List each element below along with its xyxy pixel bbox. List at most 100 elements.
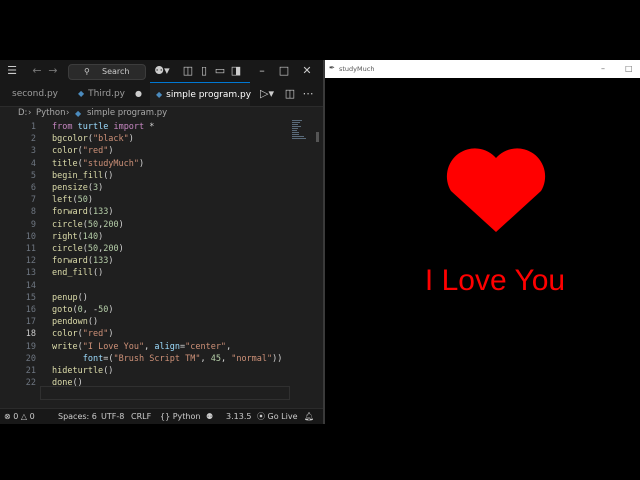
search-box[interactable]: ⚲ Search: [68, 64, 146, 80]
chevron-right-icon: ›: [28, 108, 32, 118]
line-number: 5: [30, 170, 36, 181]
line-number: 15: [25, 292, 36, 303]
line-number: 10: [25, 231, 36, 242]
python-version-status[interactable]: 3.13.5: [226, 409, 251, 424]
line-number: 16: [25, 305, 36, 315]
heart-shape: [446, 148, 546, 232]
line-number: 21: [25, 366, 36, 376]
code-line[interactable]: penup(): [52, 293, 88, 303]
minimize-icon[interactable]: –: [256, 60, 268, 82]
code-line[interactable]: done(): [52, 378, 83, 388]
error-icon: ⊗: [4, 412, 11, 421]
tab-label: simple program.py: [166, 90, 252, 100]
line-number: 20: [25, 353, 36, 364]
code-line[interactable]: color("red"): [52, 329, 113, 339]
line-number: 22: [25, 378, 36, 389]
code-line[interactable]: title("studyMuch"): [52, 159, 144, 169]
breadcrumb-folder[interactable]: Python: [36, 107, 65, 120]
code-line[interactable]: color("red"): [52, 146, 113, 156]
line-number: 19: [25, 341, 36, 352]
vscode-window: ☰ ← → ⚲ Search ⚉▾ ◫ ▯ ▭ ◨ – □ ✕ second.p…: [0, 60, 323, 424]
code-line[interactable]: right(140): [52, 232, 103, 242]
breadcrumb-file[interactable]: simple program.py: [87, 107, 167, 120]
line-number: 2: [30, 134, 36, 145]
python-file-icon: ◆: [75, 109, 82, 118]
copilot-status-icon[interactable]: ⚉: [206, 409, 213, 424]
broadcast-icon: ⦿: [257, 412, 265, 421]
split-editor-icon[interactable]: ◫: [284, 83, 296, 105]
minimap[interactable]: [292, 120, 312, 150]
code-line[interactable]: bgcolor("black"): [52, 134, 134, 144]
code-line[interactable]: end_fill(): [52, 268, 103, 278]
tab-second[interactable]: second.py: [0, 82, 66, 106]
search-label: Search: [102, 67, 130, 76]
maximize-icon[interactable]: □: [278, 60, 290, 82]
code-line[interactable]: left(50): [52, 195, 93, 205]
line-number: 13: [25, 268, 36, 279]
sidebar-toggle-icon[interactable]: ▯: [198, 60, 210, 82]
panel-toggle-icon[interactable]: ▭: [214, 60, 226, 82]
feather-icon: ✒: [329, 64, 335, 72]
code-line[interactable]: circle(50,200): [52, 244, 124, 254]
search-icon: ⚲: [84, 67, 90, 76]
line-number: 1: [30, 122, 36, 132]
menu-icon[interactable]: ☰: [4, 60, 20, 82]
code-editor[interactable]: 1 2 3 4 5 6 7 8 9 10 11 12 13 14 15 16 17 18 19 20 21 22 from…: [0, 120, 323, 410]
secondary-sidebar-icon[interactable]: ◨: [230, 60, 242, 82]
turtle-window: ✒ studyMuch – □ I Love You: [325, 60, 640, 424]
line-number: 12: [25, 256, 36, 267]
code-line[interactable]: pendown(): [52, 317, 98, 327]
python-file-icon: ◆: [78, 89, 85, 98]
braces-icon: {}: [160, 412, 171, 421]
turtle-canvas: I Love You: [325, 78, 640, 424]
tab-third[interactable]: ◆ Third.py ●: [74, 82, 148, 106]
turtle-window-title: studyMuch: [339, 65, 375, 73]
notifications-bell-icon[interactable]: 🔔︎: [304, 409, 314, 424]
more-actions-icon[interactable]: ⋯: [302, 83, 314, 105]
line-number: 7: [30, 195, 36, 206]
title-bar: ☰ ← → ⚲ Search ⚉▾ ◫ ▯ ▭ ◨ – □ ✕: [0, 60, 323, 82]
eol-status[interactable]: CRLF: [131, 409, 151, 424]
layout-toggle-icon[interactable]: ◫: [182, 60, 194, 82]
love-text: I Love You: [424, 264, 566, 297]
code-line[interactable]: from turtle import *: [52, 122, 154, 132]
code-line[interactable]: begin_fill(): [52, 171, 113, 181]
code-line[interactable]: circle(50,200): [52, 220, 124, 230]
unsaved-dot-icon[interactable]: ●: [135, 82, 142, 106]
close-icon[interactable]: ✕: [300, 60, 314, 82]
language-status[interactable]: {} Python: [160, 409, 200, 424]
go-live-button[interactable]: ⦿ Go Live: [257, 409, 298, 424]
breadcrumb-drive[interactable]: D:: [18, 107, 27, 120]
problems-indicator[interactable]: ⊗ 0 △ 0: [4, 409, 35, 424]
back-arrow-icon[interactable]: ←: [30, 60, 44, 82]
vertical-scrollbar[interactable]: [316, 132, 319, 142]
line-number: 14: [25, 280, 36, 291]
copilot-icon[interactable]: ⚉▾: [152, 60, 172, 82]
indentation-status[interactable]: Spaces: 6: [58, 409, 97, 424]
line-number: 11: [25, 244, 36, 254]
minimize-icon[interactable]: –: [601, 60, 605, 78]
code-line[interactable]: pensize(3): [52, 183, 103, 193]
code-line[interactable]: hideturtle(): [52, 366, 113, 376]
code-line[interactable]: forward(133): [52, 207, 113, 217]
tab-bar: second.py ◆ Third.py ● ◆ simple program.py…: [0, 82, 323, 107]
chevron-right-icon: ›: [66, 108, 70, 118]
tab-label: Third.py: [88, 89, 126, 99]
line-number: 9: [30, 219, 36, 230]
line-number: 8: [30, 207, 36, 218]
run-button[interactable]: ▷▾: [258, 83, 276, 105]
line-number: 17: [25, 317, 36, 328]
turtle-title-bar: ✒ studyMuch – □: [325, 60, 640, 78]
python-file-icon: ◆: [156, 90, 163, 99]
status-bar: ⊗ 0 △ 0 Spaces: 6 UTF-8 CRLF {} Python ⚉…: [0, 408, 323, 424]
line-number: 18: [25, 329, 36, 340]
code-line[interactable]: write("I Love You", align="center",: [52, 342, 231, 352]
forward-arrow-icon[interactable]: →: [46, 60, 60, 82]
encoding-status[interactable]: UTF-8: [101, 409, 124, 424]
code-line[interactable]: forward(133): [52, 256, 113, 266]
code-line[interactable]: font=("Brush Script TM", 45, "normal")): [52, 354, 283, 364]
maximize-icon[interactable]: □: [625, 60, 633, 78]
tab-simple-program[interactable]: ◆ simple program.py: [150, 82, 252, 106]
warning-icon: △: [20, 412, 28, 421]
code-line[interactable]: goto(0, -50): [52, 305, 113, 315]
